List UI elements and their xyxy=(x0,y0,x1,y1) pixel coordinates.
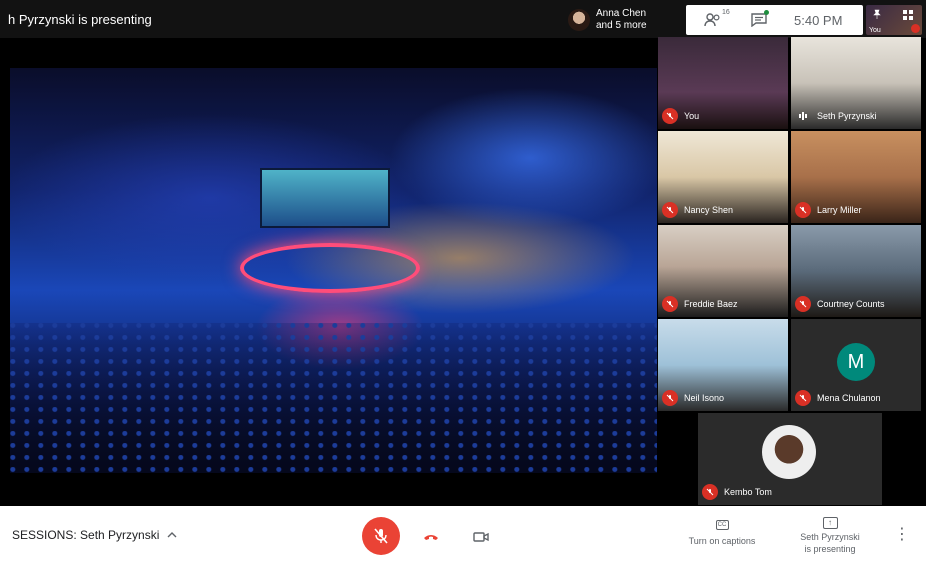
present-screen-icon: ↑ xyxy=(822,517,838,529)
participant-tile[interactable]: M Mena Chulanon xyxy=(791,319,921,411)
mic-off-icon xyxy=(702,484,718,500)
participant-tile[interactable]: You xyxy=(658,37,788,129)
presentation-screen xyxy=(10,68,657,473)
camera-icon xyxy=(473,532,489,542)
self-label: You xyxy=(869,27,881,34)
arena-stage-ring xyxy=(240,243,420,293)
people-chip-text: Anna Chen and 5 more xyxy=(596,8,647,32)
participant-name: Freddie Baez xyxy=(684,299,738,309)
participant-name: You xyxy=(684,111,700,121)
participant-label: Nancy Shen xyxy=(662,202,733,218)
bottom-bar: SESSIONS: Seth Pyrzynski CC Turn on capt… xyxy=(0,506,926,562)
participant-label: You xyxy=(662,108,699,124)
participant-label: Mena Chulanon xyxy=(795,390,881,406)
mic-off-icon xyxy=(795,296,811,312)
meeting-details-button[interactable]: SESSIONS: Seth Pyrzynski xyxy=(12,528,177,542)
participant-name: Kembo Tom xyxy=(724,487,772,497)
people-button[interactable]: 16 xyxy=(702,9,730,31)
presenting-status-button[interactable]: ↑ Seth Pyrzynski is presenting xyxy=(794,516,866,555)
more-options-button[interactable]: ⋮ xyxy=(894,526,910,548)
participant-tile[interactable]: Larry Miller xyxy=(791,131,921,223)
mic-off-icon xyxy=(795,390,811,406)
people-chip[interactable]: Anna Chen and 5 more xyxy=(568,5,647,35)
participant-initial-avatar: M xyxy=(837,343,875,381)
clock: 5:40 PM xyxy=(794,12,843,28)
mic-off-icon xyxy=(795,202,811,218)
participant-tile[interactable]: Courtney Counts xyxy=(791,225,921,317)
chat-icon xyxy=(751,13,767,27)
microphone-toggle-button[interactable] xyxy=(362,517,400,555)
participant-name: Courtney Counts xyxy=(817,299,885,309)
top-controls: 16 5:40 PM xyxy=(686,5,863,35)
session-label: SESSIONS: Seth Pyrzynski xyxy=(12,528,160,542)
participant-name: Neil Isono xyxy=(684,393,725,403)
self-mic-off-icon xyxy=(911,24,920,33)
participant-name: Nancy Shen xyxy=(684,205,734,215)
chat-button[interactable] xyxy=(748,9,770,31)
presenting-line1: Seth Pyrzynski xyxy=(800,532,860,542)
speaking-icon xyxy=(795,108,811,124)
mic-off-icon xyxy=(374,528,388,544)
captions-icon: CC xyxy=(715,520,729,530)
chevron-up-icon xyxy=(167,532,177,538)
chat-notification-dot xyxy=(764,10,769,15)
participant-tile[interactable]: Nancy Shen xyxy=(658,131,788,223)
arena-crowd xyxy=(10,323,657,473)
presenting-line2: is presenting xyxy=(804,544,856,554)
captions-button[interactable]: CC Turn on captions xyxy=(682,518,762,546)
people-icon xyxy=(704,13,720,27)
participant-label: Seth Pyrzynski xyxy=(795,108,877,124)
camera-toggle-button[interactable] xyxy=(470,526,492,548)
presenting-title: h Pyrzynski is presenting xyxy=(8,12,152,27)
participant-label: Larry Miller xyxy=(795,202,862,218)
anna-chen-avatar xyxy=(568,9,590,31)
mic-off-icon xyxy=(662,108,678,124)
participant-label: Kembo Tom xyxy=(702,484,772,500)
mic-off-icon xyxy=(662,202,678,218)
mic-off-icon xyxy=(662,390,678,406)
leave-call-button[interactable] xyxy=(420,526,442,548)
participant-name: Larry Miller xyxy=(817,205,862,215)
self-thumbnail[interactable]: You xyxy=(866,5,922,35)
participant-name: Seth Pyrzynski xyxy=(817,111,877,121)
participant-label: Courtney Counts xyxy=(795,296,885,312)
people-chip-more: and 5 more xyxy=(596,20,647,31)
participant-tile[interactable]: Kembo Tom xyxy=(698,413,882,505)
participant-label: Neil Isono xyxy=(662,390,724,406)
participant-tile[interactable]: Seth Pyrzynski xyxy=(791,37,921,129)
more-vert-icon: ⋮ xyxy=(894,526,910,543)
participant-tile[interactable]: Neil Isono xyxy=(658,319,788,411)
people-chip-name: Anna Chen xyxy=(596,8,647,19)
participants-count: 16 xyxy=(722,9,730,16)
participant-tile[interactable]: Freddie Baez xyxy=(658,225,788,317)
grid-layout-icon xyxy=(903,10,913,20)
hang-up-icon xyxy=(424,535,438,540)
captions-label: Turn on captions xyxy=(688,536,756,546)
arena-screens xyxy=(260,168,390,228)
pin-icon xyxy=(873,9,881,19)
mic-off-icon xyxy=(662,296,678,312)
top-bar: h Pyrzynski is presenting Anna Chen and … xyxy=(0,0,926,38)
participant-name: Mena Chulanon xyxy=(817,393,881,403)
participant-photo-avatar xyxy=(762,425,816,479)
participant-label: Freddie Baez xyxy=(662,296,738,312)
